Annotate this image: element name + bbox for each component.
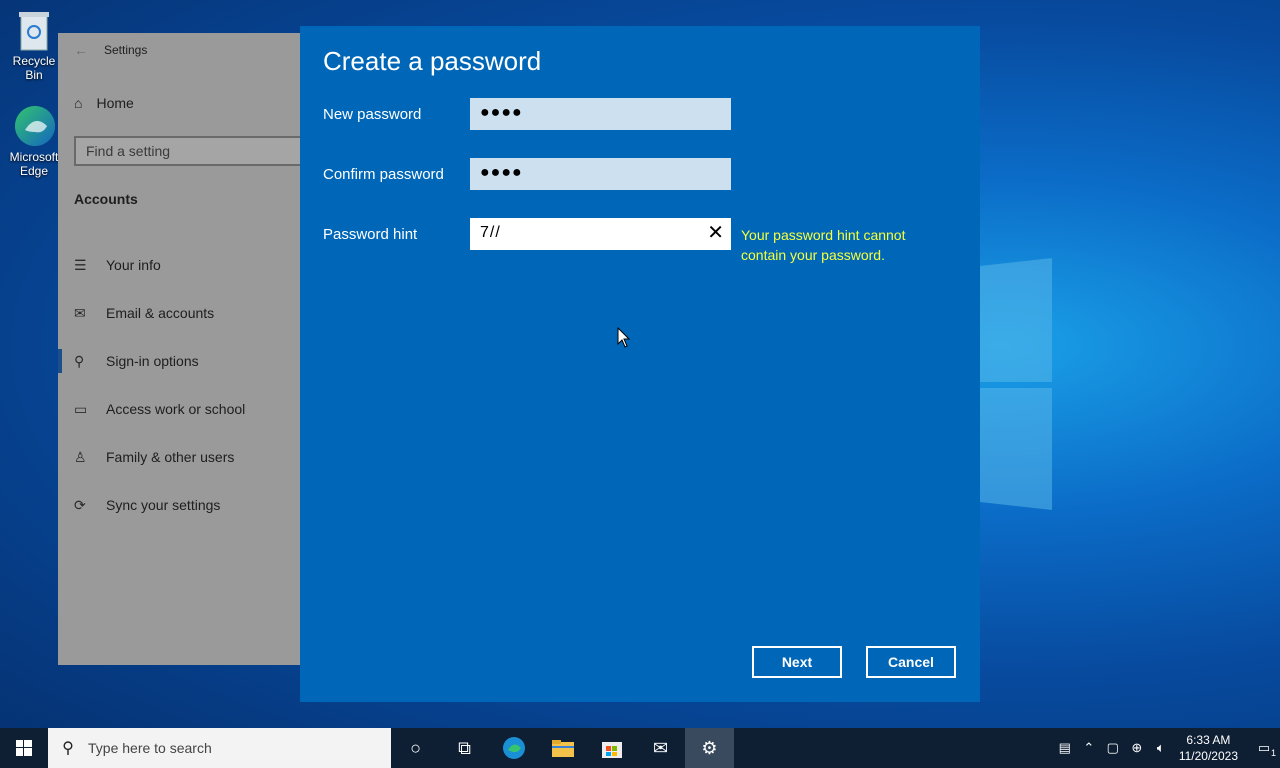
taskbar-search-placeholder: Type here to search bbox=[88, 740, 212, 756]
next-button[interactable]: Next bbox=[752, 646, 842, 678]
confirm-password-field[interactable]: ●●●● bbox=[470, 158, 731, 190]
sync-icon: ⟳ bbox=[74, 496, 86, 513]
nav-item-label: Email & accounts bbox=[106, 305, 215, 321]
password-hint-label: Password hint bbox=[323, 226, 418, 243]
new-password-field[interactable]: ●●●● bbox=[470, 98, 731, 130]
mail-icon[interactable]: ✉ bbox=[636, 728, 685, 768]
nav-item-label: Sync your settings bbox=[106, 497, 221, 513]
task-view-icon[interactable]: ⧉ bbox=[440, 728, 489, 768]
nav-item-sign-in-options[interactable]: ⚲ Sign-in options bbox=[58, 337, 300, 385]
settings-nav: ☰ Your info ✉ Email & accounts ⚲ Sign-in… bbox=[58, 241, 300, 529]
create-password-dialog: Create a password New password ●●●● Conf… bbox=[300, 26, 980, 702]
section-title: Accounts bbox=[74, 191, 138, 207]
clock-date: 11/20/2023 bbox=[1178, 749, 1238, 763]
desktop-icon-recycle-bin[interactable]: Recycle Bin bbox=[4, 8, 64, 82]
settings-icon[interactable]: ⚙ bbox=[685, 728, 734, 768]
nav-item-family-users[interactable]: ♙ Family & other users bbox=[58, 433, 300, 481]
back-arrow-icon[interactable]: ← bbox=[58, 42, 104, 58]
settings-home[interactable]: ⌂ Home bbox=[74, 95, 134, 111]
store-icon[interactable] bbox=[587, 728, 636, 768]
search-icon: ⚲ bbox=[62, 740, 74, 757]
chevron-up-icon[interactable]: ⌃ bbox=[1077, 740, 1101, 756]
clock-time: 6:33 AM bbox=[1186, 733, 1231, 747]
volume-muted-icon[interactable]: 🔈︎ bbox=[1149, 740, 1173, 756]
system-tray: ▤ ⌃ ▢ ⊕ 🔈︎ 6:33 AM 11/20/2023 ▭ 1 bbox=[1053, 728, 1280, 768]
notification-center-icon[interactable]: ▭ 1 bbox=[1248, 740, 1280, 758]
cancel-button[interactable]: Cancel bbox=[866, 646, 956, 678]
person-add-icon: ♙ bbox=[74, 448, 87, 465]
home-label: Home bbox=[96, 95, 134, 111]
find-setting-input[interactable]: Find a setting bbox=[74, 136, 300, 166]
confirm-password-label: Confirm password bbox=[323, 166, 444, 183]
nav-item-label: Family & other users bbox=[106, 449, 235, 465]
cortana-icon[interactable]: ○ bbox=[391, 728, 440, 768]
mouse-cursor-icon bbox=[617, 327, 631, 348]
windows-start-icon bbox=[16, 740, 32, 756]
new-password-label: New password bbox=[323, 106, 422, 123]
nav-item-sync-settings[interactable]: ⟳ Sync your settings bbox=[58, 481, 300, 529]
password-hint-value: 7// bbox=[480, 224, 501, 241]
meet-icon[interactable]: ▢ bbox=[1101, 740, 1125, 756]
home-icon: ⌂ bbox=[74, 95, 83, 111]
nav-item-label: Your info bbox=[106, 257, 161, 273]
recycle-bin-icon bbox=[13, 8, 55, 51]
desktop-icon-label: Recycle Bin bbox=[12, 54, 56, 82]
key-icon: ⚲ bbox=[74, 352, 85, 369]
windows-logo-wallpaper bbox=[980, 258, 1052, 510]
nav-item-access-work[interactable]: ▭ Access work or school bbox=[58, 385, 300, 433]
mail-icon: ✉ bbox=[74, 304, 86, 321]
settings-window: ← Settings ⌂ Home Find a setting Account… bbox=[58, 33, 300, 665]
edge-icon[interactable] bbox=[489, 728, 538, 768]
desktop-icon-edge[interactable]: Microsoft Edge bbox=[4, 104, 64, 178]
edge-icon bbox=[13, 104, 55, 146]
taskbar: ⚲ Type here to search ○ ⧉ ✉ ⚙ ▤ ⌃ ▢ ⊕ 🔈︎… bbox=[0, 728, 1280, 768]
start-button[interactable] bbox=[0, 728, 48, 768]
password-hint-field[interactable]: 7// ✕ bbox=[470, 218, 731, 250]
notification-count: 1 bbox=[1270, 748, 1276, 758]
desktop-icon-label: Microsoft Edge bbox=[9, 150, 59, 178]
nav-item-email-accounts[interactable]: ✉ Email & accounts bbox=[58, 289, 300, 337]
file-explorer-icon[interactable] bbox=[538, 728, 587, 768]
settings-titlebar: ← Settings bbox=[58, 33, 300, 67]
briefcase-icon: ▭ bbox=[74, 400, 88, 417]
clear-icon[interactable]: ✕ bbox=[707, 221, 725, 245]
nav-item-label: Access work or school bbox=[106, 401, 246, 417]
nav-item-your-info[interactable]: ☰ Your info bbox=[58, 241, 300, 289]
taskbar-search-box[interactable]: ⚲ Type here to search bbox=[48, 728, 391, 768]
clock[interactable]: 6:33 AM 11/20/2023 bbox=[1179, 732, 1238, 764]
dialog-title: Create a password bbox=[323, 46, 542, 76]
settings-title: Settings bbox=[104, 43, 148, 57]
news-icon[interactable]: ▤ bbox=[1053, 740, 1077, 756]
person-card-icon: ☰ bbox=[74, 256, 87, 273]
hint-error-message: Your password hint cannot contain your p… bbox=[741, 227, 906, 263]
network-icon[interactable]: ⊕ bbox=[1125, 740, 1149, 756]
nav-item-label: Sign-in options bbox=[106, 353, 199, 369]
